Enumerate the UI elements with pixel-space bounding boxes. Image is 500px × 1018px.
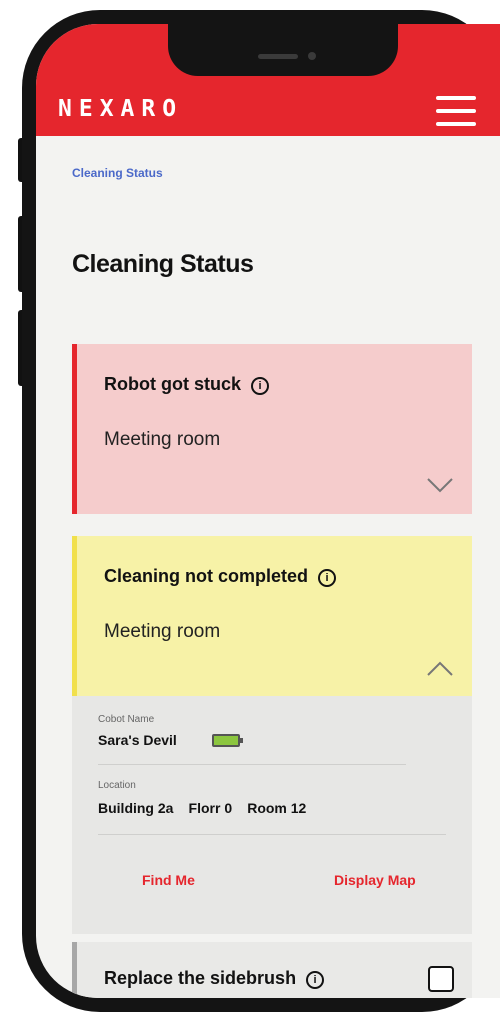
alert-title-row: Cleaning not completed i <box>104 566 337 587</box>
alert-status-bar <box>72 942 77 998</box>
breadcrumb[interactable]: Cleaning Status <box>72 166 163 180</box>
find-me-button[interactable]: Find Me <box>142 872 195 888</box>
divider <box>98 764 406 765</box>
alert-card-robot-stuck[interactable]: Robot got stuck i Meeting room <box>72 344 472 514</box>
cobot-name: Sara's Devil <box>98 732 177 748</box>
info-icon[interactable]: i <box>306 971 325 989</box>
cobot-name-label: Cobot Name <box>98 714 155 725</box>
alert-location: Meeting room <box>104 621 221 642</box>
speaker-grille <box>258 54 298 59</box>
alert-location: Meeting room <box>104 429 221 450</box>
battery-icon <box>212 734 243 747</box>
location-label: Location <box>98 780 136 791</box>
phone-frame: NEXARO Cleaning Status Cleaning Status R… <box>22 10 500 1012</box>
page-title: Cleaning Status <box>72 250 254 278</box>
location-room: Room 12 <box>247 800 307 816</box>
chevron-up-icon[interactable] <box>426 660 454 678</box>
phone-notch <box>168 24 398 76</box>
location-values: Building 2a Florr 0 Room 12 <box>98 798 306 817</box>
alert-title: Robot got stuck <box>104 374 241 394</box>
brand-logo: NEXARO <box>58 96 184 122</box>
alert-title: Cleaning not completed <box>104 566 309 586</box>
location-floor: Florr 0 <box>188 800 233 816</box>
alert-card-cleaning-not-completed[interactable]: Cleaning not completed i Meeting room <box>72 536 472 696</box>
hamburger-menu-icon[interactable] <box>434 94 478 128</box>
info-icon[interactable]: i <box>251 377 269 395</box>
alert-title-row: Replace the sidebrush i <box>104 968 325 989</box>
alert-title-row: Robot got stuck i <box>104 374 269 395</box>
info-icon[interactable]: i <box>318 569 337 587</box>
location-building: Building 2a <box>98 800 174 816</box>
alert-status-bar <box>72 536 77 696</box>
front-camera <box>308 52 316 60</box>
display-map-button[interactable]: Display Map <box>334 872 416 888</box>
chevron-down-icon[interactable] <box>426 476 454 494</box>
screen: NEXARO Cleaning Status Cleaning Status R… <box>36 24 500 998</box>
alert-card-replace-sidebrush[interactable]: Replace the sidebrush i <box>72 942 472 998</box>
divider <box>98 834 446 835</box>
cobot-details-panel: Cobot Name Sara's Devil Location Buildin… <box>72 696 472 934</box>
task-checkbox[interactable] <box>428 966 454 992</box>
alert-title: Replace the sidebrush <box>104 968 297 988</box>
alert-status-bar <box>72 344 77 514</box>
